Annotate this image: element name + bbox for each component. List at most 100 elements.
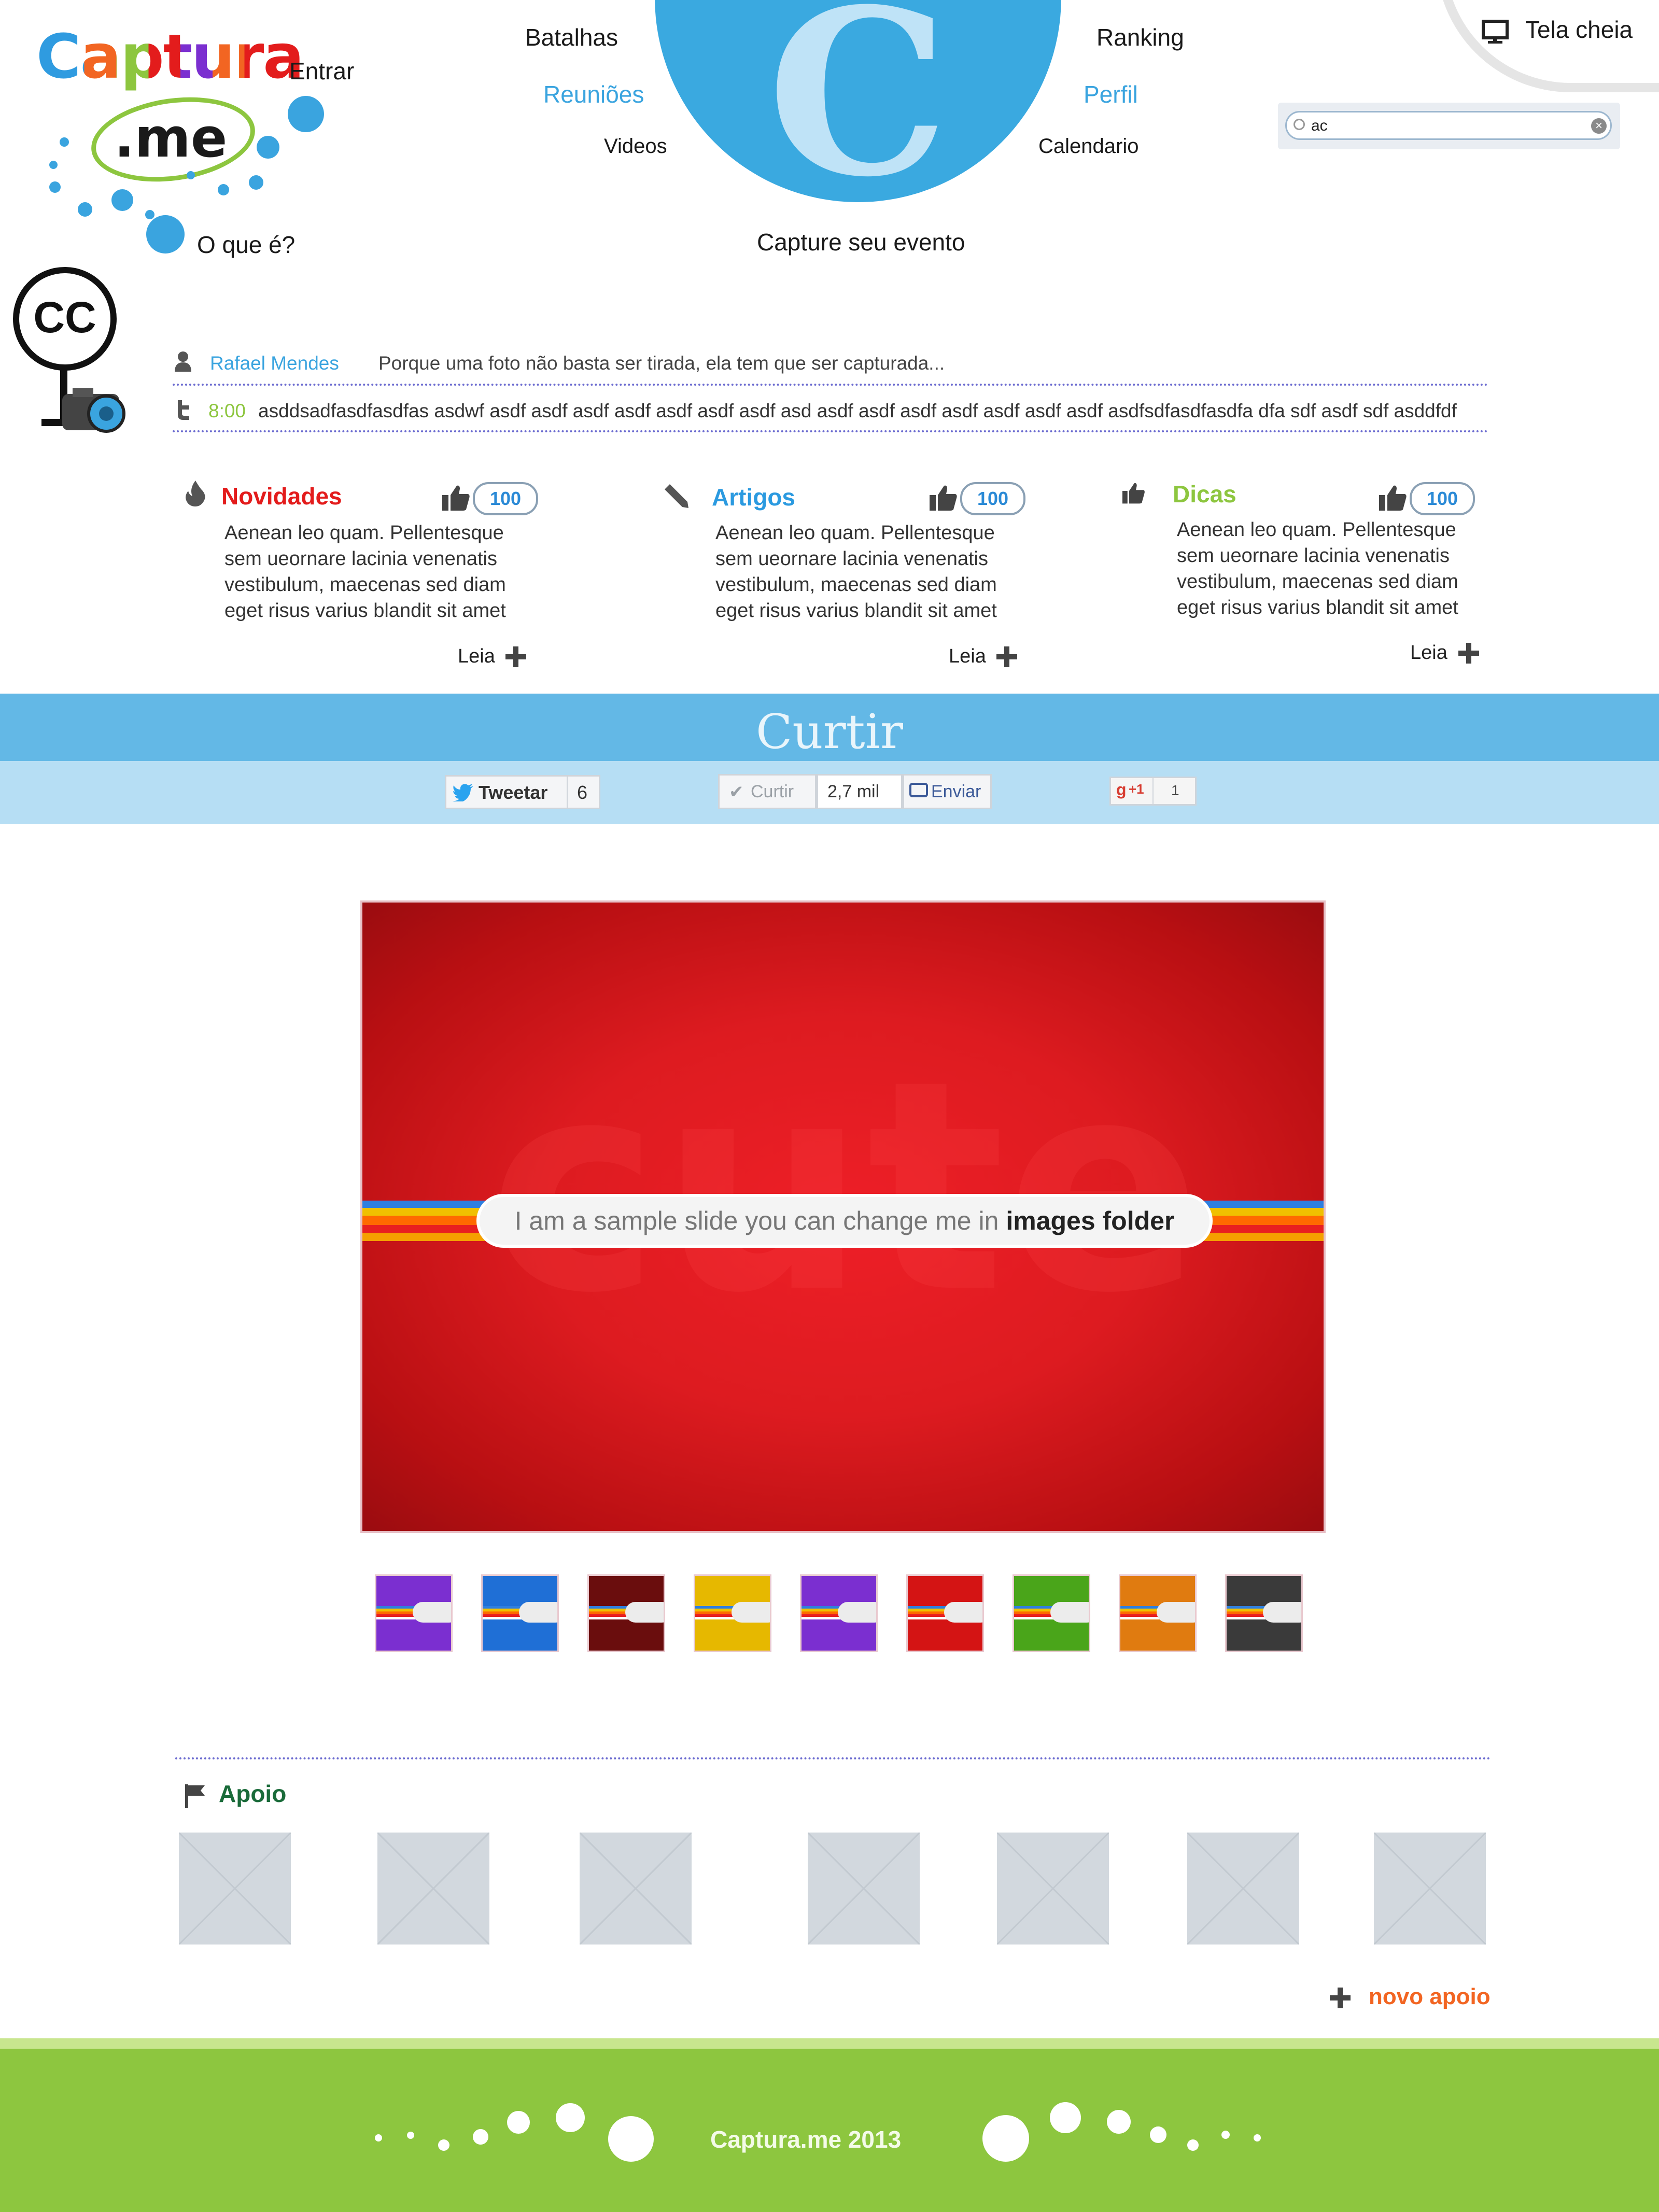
column-title[interactable]: Artigos	[712, 483, 795, 511]
support-title: Apoio	[219, 1780, 287, 1807]
thumbs-up-icon	[1122, 483, 1145, 504]
plus-icon[interactable]	[505, 646, 526, 667]
column-text: Aenean leo quam. Pellentesque sem ueornar…	[1177, 519, 1458, 618]
column-text: Aenean leo quam. Pellentesque sem ueornar…	[224, 522, 506, 622]
plus-icon	[1330, 1988, 1351, 2008]
nav-calendar[interactable]: Calendario	[1038, 135, 1138, 158]
tweet-button[interactable]: Tweetar 6	[445, 775, 600, 809]
slide-thumbnail[interactable]	[1225, 1574, 1303, 1652]
slideshow[interactable]: cute I am a sample slide you can change …	[358, 898, 1327, 1535]
likes-badge: 100	[960, 482, 1025, 515]
nav-meetings[interactable]: Reuniões	[543, 80, 644, 108]
plus-icon[interactable]	[996, 646, 1017, 667]
footer-top-stripe	[0, 2038, 1659, 2049]
gplus-button[interactable]: g +1 1	[1109, 777, 1197, 806]
pencil-icon	[665, 484, 688, 508]
cc-badge: CC	[13, 267, 117, 371]
thumbs-up-icon[interactable]	[1379, 485, 1407, 511]
gplus-g-icon: g	[1116, 780, 1127, 799]
sponsor-placeholder[interactable]	[377, 1833, 489, 1945]
fb-count-value: 2,7 mil	[827, 782, 880, 801]
camera-icon	[62, 388, 125, 433]
twitter-icon	[178, 400, 189, 420]
slide-thumbnail[interactable]	[694, 1574, 771, 1652]
slide-thumbnail[interactable]	[481, 1574, 559, 1652]
nav-battles[interactable]: Batalhas	[525, 23, 618, 51]
share-band: Curtir	[0, 694, 1659, 761]
flag-icon	[185, 1784, 205, 1808]
search-input[interactable]	[1310, 114, 1561, 138]
logo-top-text: Captura	[36, 21, 304, 92]
column-title[interactable]: Dicas	[1173, 480, 1236, 508]
share-buttons-bar: Tweetar 6 ✔ Curtir 2,7 mil Enviar g +1 1	[0, 761, 1659, 824]
search-box: ×	[1278, 103, 1620, 149]
tagline: Capture seu evento	[757, 229, 965, 256]
footer: Captura.me 2013	[0, 2049, 1659, 2212]
login-link[interactable]: Entrar	[289, 57, 354, 85]
tweet-text: asddsadfasdfasdfas asdwf asdf asdf asdf …	[258, 400, 1457, 421]
sponsor-placeholder[interactable]	[808, 1833, 920, 1945]
read-more-link[interactable]: Leia	[458, 645, 495, 668]
sponsor-placeholder[interactable]	[580, 1833, 692, 1945]
support-divider	[175, 1757, 1491, 1759]
slide-thumbnail[interactable]	[587, 1574, 665, 1652]
feed-divider-1	[173, 384, 1488, 386]
twitter-bird-icon	[453, 784, 473, 801]
tweet-count: 6	[577, 782, 588, 803]
fb-send-button[interactable]: Enviar	[903, 774, 992, 809]
fullscreen-button[interactable]: Tela cheia	[1482, 16, 1637, 47]
check-icon: ✔	[729, 782, 744, 802]
fb-count: 2,7 mil	[817, 774, 903, 809]
sponsor-placeholder[interactable]	[1187, 1833, 1299, 1945]
read-more-link[interactable]: Leia	[949, 645, 986, 668]
sponsor-placeholder[interactable]	[997, 1833, 1109, 1945]
user-quote: Porque uma foto não basta ser tirada, el…	[378, 353, 945, 374]
slide-thumbnail[interactable]	[375, 1574, 453, 1652]
fullscreen-label: Tela cheia	[1525, 16, 1633, 43]
column-title[interactable]: Novidades	[221, 482, 342, 510]
cc-mascot: CC	[10, 264, 135, 441]
sponsor-placeholder[interactable]	[179, 1833, 291, 1945]
slide-thumbnail[interactable]	[1013, 1574, 1090, 1652]
tweet-time: 8:00	[208, 400, 246, 421]
slide-caption: I am a sample slide you can change me in…	[476, 1194, 1213, 1248]
user-icon	[175, 351, 191, 372]
share-title: Curtir	[756, 704, 903, 759]
nav-profile[interactable]: Perfil	[1084, 80, 1138, 108]
likes-badge: 100	[1410, 482, 1475, 515]
center-logo-letter: C	[767, 0, 949, 227]
search-icon	[1294, 119, 1305, 130]
slide-caption-bold: images folder	[1006, 1206, 1175, 1235]
slide-thumbnail[interactable]	[906, 1574, 984, 1652]
read-more-link[interactable]: Leia	[1410, 642, 1447, 664]
add-sponsor-button[interactable]: novo apoio	[1330, 1981, 1506, 2012]
fb-like-button[interactable]: ✔ Curtir	[718, 774, 817, 809]
slide-caption-text: I am a sample slide you can change me in	[514, 1206, 999, 1235]
column-text: Aenean leo quam. Pellentesque sem ueornar…	[715, 522, 997, 622]
clear-search-icon[interactable]: ×	[1591, 118, 1607, 134]
gplus-label: +1	[1129, 781, 1144, 797]
slide-thumbnail[interactable]	[800, 1574, 878, 1652]
fb-send-label: Enviar	[931, 782, 981, 801]
thumbs-up-icon[interactable]	[930, 485, 958, 511]
slide-thumbnail[interactable]	[1119, 1574, 1197, 1652]
logo[interactable]: Captura .me	[31, 21, 304, 192]
logo-bottom-text: .me	[114, 106, 228, 170]
nav-videos[interactable]: Videos	[604, 135, 667, 158]
feed-divider-2	[173, 430, 1488, 432]
likes-badge: 100	[473, 482, 538, 515]
plus-icon[interactable]	[1458, 643, 1479, 664]
flame-icon	[186, 481, 205, 506]
fb-like-label: Curtir	[751, 782, 794, 801]
speech-bubble-icon	[909, 783, 928, 797]
sponsor-placeholder[interactable]	[1374, 1833, 1486, 1945]
tweet-label: Tweetar	[479, 782, 548, 803]
footer-copyright: Captura.me 2013	[710, 2126, 902, 2153]
nav-ranking[interactable]: Ranking	[1096, 23, 1184, 51]
thumbs-up-icon[interactable]	[442, 485, 470, 511]
add-sponsor-label: novo apoio	[1369, 1984, 1491, 2009]
what-is-link[interactable]: O que é?	[197, 231, 295, 259]
user-name[interactable]: Rafael Mendes	[210, 353, 339, 374]
slide-image[interactable]: cute I am a sample slide you can change …	[360, 900, 1326, 1533]
slide-watermark: cute	[487, 1019, 1203, 1357]
